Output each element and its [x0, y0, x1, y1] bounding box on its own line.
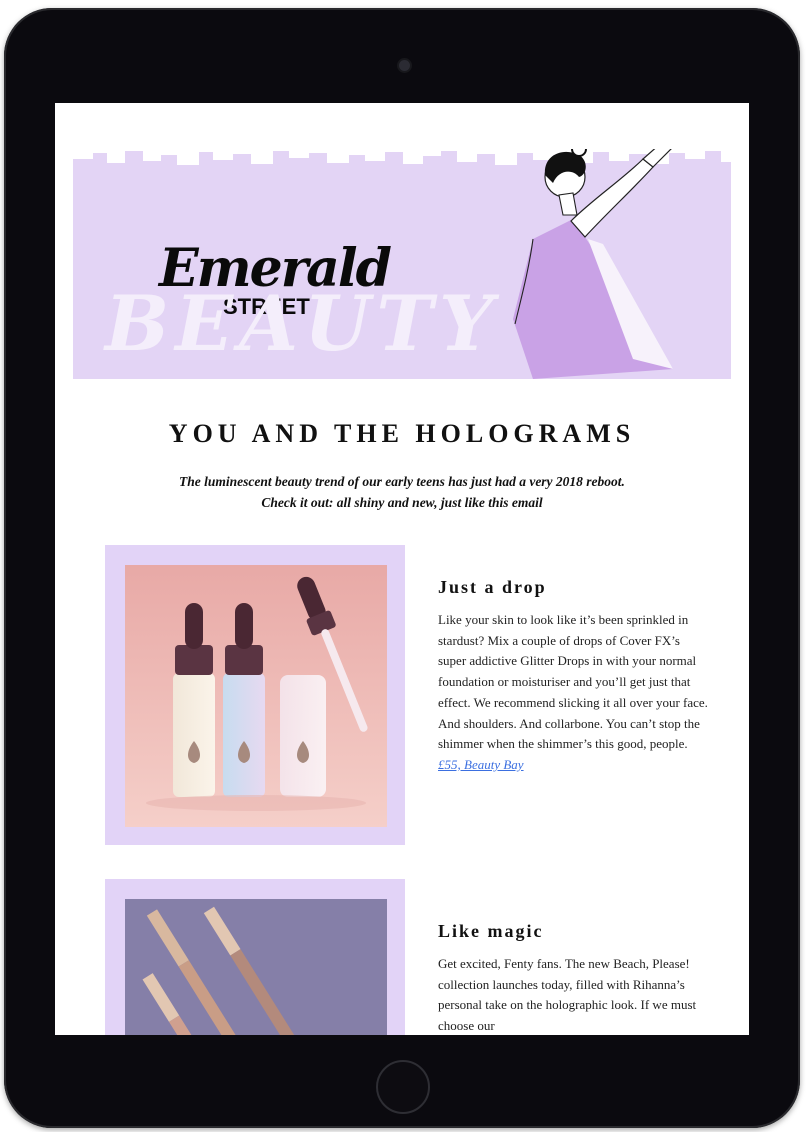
- article-body-text-1: Like your skin to look like it’s been sp…: [438, 612, 708, 752]
- header-banner: Emerald STREET BEAUTY: [73, 149, 731, 379]
- section-title-beauty: BEAUTY: [105, 279, 500, 368]
- subheadline: The luminescent beauty trend of our earl…: [95, 471, 709, 513]
- home-button[interactable]: [376, 1060, 430, 1114]
- article-2: Like magic Get excited, Fenty fans. The …: [438, 921, 708, 1035]
- article-link-1[interactable]: £55, Beauty Bay: [438, 757, 524, 772]
- article-image-frame-1[interactable]: [105, 545, 405, 845]
- front-camera: [399, 60, 410, 71]
- article-body-2: Get excited, Fenty fans. The new Beach, …: [438, 956, 697, 1034]
- article-image-frame-2[interactable]: [105, 879, 405, 1035]
- woman-illustration: [513, 149, 673, 379]
- glitter-drops-photo: [125, 565, 387, 827]
- subhead-line-2: Check it out: all shiny and new, just li…: [261, 495, 543, 510]
- email-screen[interactable]: Emerald STREET BEAUTY YOU AND THE HOLOGR…: [55, 103, 749, 1035]
- article-title-1: Just a drop: [438, 577, 547, 597]
- article-title-2: Like magic: [438, 921, 544, 941]
- fenty-lipgloss-photo: [125, 899, 387, 1035]
- article-body-1: Like your skin to look like it’s been sp…: [438, 610, 708, 776]
- subhead-line-1: The luminescent beauty trend of our earl…: [179, 474, 625, 489]
- article-1: Just a drop Like your skin to look like …: [438, 577, 708, 776]
- headline: YOU AND THE HOLOGRAMS: [168, 419, 636, 448]
